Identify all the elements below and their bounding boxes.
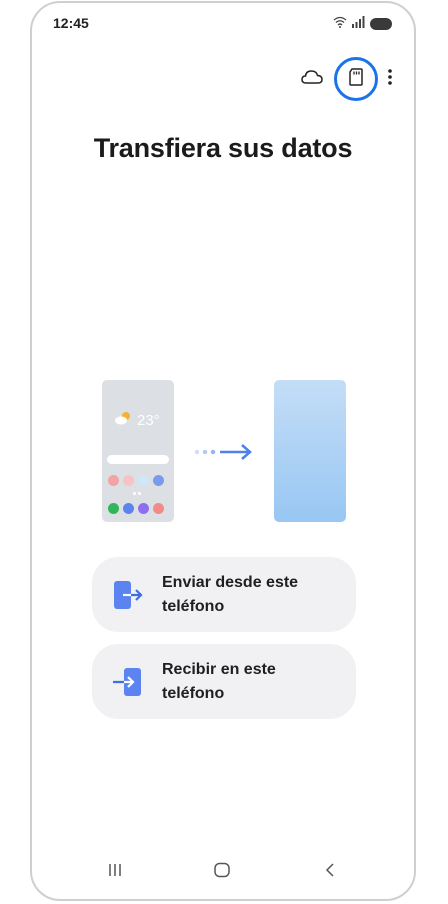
sd-card-icon <box>349 67 363 91</box>
search-bar-illustration <box>107 455 169 464</box>
top-actions <box>292 57 400 101</box>
app-row-2 <box>108 503 164 514</box>
target-phone-illustration <box>274 380 346 522</box>
app-dot <box>123 503 134 514</box>
page-indicator <box>133 492 141 495</box>
app-dot <box>153 475 164 486</box>
home-icon <box>213 862 231 883</box>
sd-card-button[interactable] <box>334 57 378 101</box>
app-row-1 <box>108 475 164 486</box>
back-button[interactable] <box>315 857 345 887</box>
home-button[interactable] <box>207 857 237 887</box>
receive-option-label: Recibir en este teléfono <box>162 660 276 702</box>
send-phone-icon <box>108 575 148 615</box>
cloud-button[interactable] <box>292 59 332 99</box>
weather-temp: 23° <box>137 412 160 429</box>
battery-icon <box>370 18 392 30</box>
cloud-icon <box>301 69 323 90</box>
wifi-icon <box>333 15 347 33</box>
app-dot <box>108 475 119 486</box>
back-icon <box>324 862 336 883</box>
recents-icon <box>107 862 123 883</box>
app-dot <box>153 503 164 514</box>
signal-icon <box>352 15 365 33</box>
receive-phone-icon <box>108 662 148 702</box>
more-options-icon <box>388 68 392 91</box>
send-option-label: Enviar desde este teléfono <box>162 573 299 615</box>
transfer-illustration: 23° <box>102 380 346 522</box>
receive-on-this-phone-button[interactable]: Recibir en este teléfono <box>92 644 356 719</box>
app-dot <box>138 475 149 486</box>
status-time: 12:45 <box>53 15 89 31</box>
weather-sun-cloud-icon <box>114 410 134 431</box>
send-from-this-phone-button[interactable]: Enviar desde este teléfono <box>92 557 356 632</box>
status-bar: 12:45 <box>32 3 414 43</box>
navigation-bar <box>32 849 414 899</box>
app-dot <box>108 503 119 514</box>
more-options-button[interactable] <box>380 59 400 99</box>
app-dot <box>138 503 149 514</box>
app-dot <box>123 475 134 486</box>
recents-button[interactable] <box>100 857 130 887</box>
source-phone-illustration: 23° <box>102 380 174 522</box>
weather-widget: 23° <box>114 410 160 431</box>
page-title: Transfiera sus datos <box>93 133 353 163</box>
phone-frame: 12:45 Transfiera sus datos 23° Enviar de… <box>30 1 416 901</box>
transfer-arrow-icon <box>194 442 254 467</box>
status-icons <box>333 15 392 33</box>
